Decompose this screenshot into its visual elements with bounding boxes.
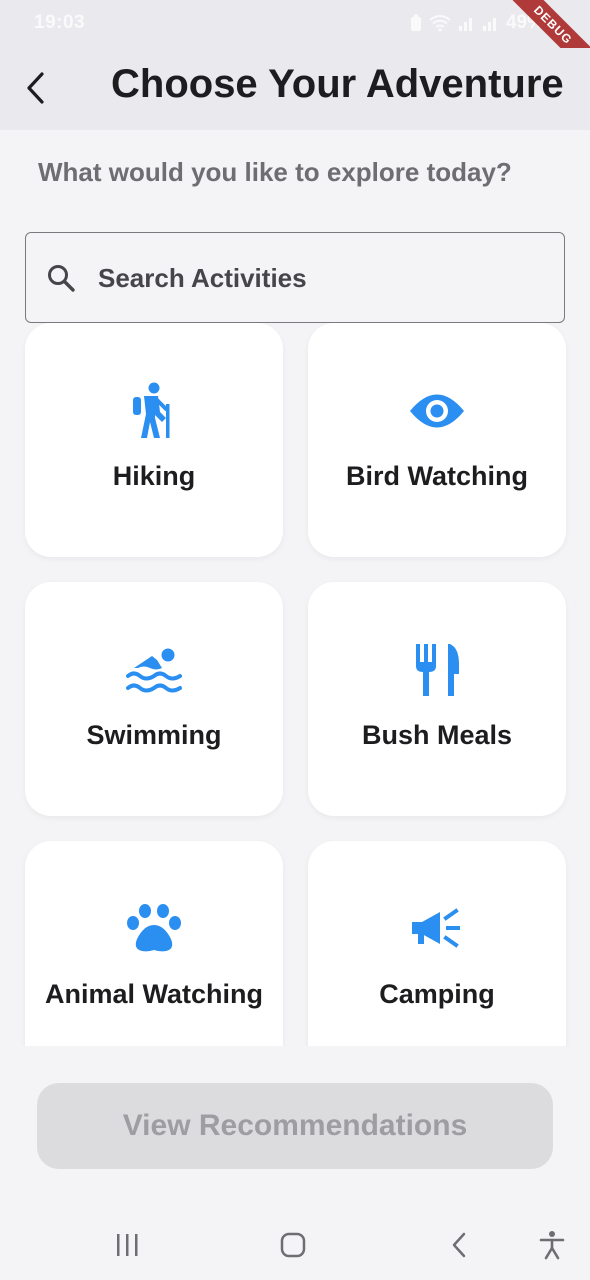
activity-label: Camping: [379, 979, 495, 1009]
swimming-icon: [122, 638, 186, 702]
activity-card-hiking[interactable]: Hiking: [25, 323, 283, 557]
search-box[interactable]: [25, 232, 565, 323]
paw-icon: [122, 897, 186, 961]
activity-label: Bird Watching: [346, 461, 528, 491]
search-icon: [48, 265, 75, 292]
home-icon: [280, 1232, 306, 1258]
activity-card-bird-watching[interactable]: Bird Watching: [308, 323, 566, 557]
hiking-icon: [122, 379, 186, 443]
activity-card-animal-watching[interactable]: Animal Watching: [25, 841, 283, 1046]
activity-label: Swimming: [86, 720, 222, 750]
accessibility-icon: [539, 1231, 565, 1260]
recent-apps-icon: [117, 1234, 138, 1256]
back-button[interactable]: [16, 66, 56, 110]
activity-card-swimming[interactable]: Swimming: [25, 582, 283, 816]
home-button[interactable]: [278, 1228, 308, 1262]
arrow-back-icon: [27, 72, 44, 104]
screen: 19:03 49% DEBUG Choose Your Adventure Wh…: [0, 0, 590, 1280]
activity-label: Animal Watching: [44, 979, 263, 1009]
search-input[interactable]: [98, 251, 538, 305]
app-bar: Choose Your Adventure: [0, 48, 590, 130]
activity-grid: Hiking Bird Watching Swimming Bush Meals…: [0, 323, 590, 1046]
view-recommendations-button[interactable]: View Recommendations: [37, 1083, 553, 1169]
page-title: Choose Your Adventure: [111, 62, 564, 106]
activity-label: Bush Meals: [361, 720, 513, 750]
signal-icon: [458, 18, 472, 31]
back-icon: [452, 1232, 466, 1258]
restaurant-icon: [405, 638, 469, 702]
system-nav-bar: [0, 1210, 590, 1280]
status-bar: 19:03 49% DEBUG: [0, 0, 590, 86]
system-back-button[interactable]: [444, 1228, 474, 1262]
accessibility-button[interactable]: [536, 1228, 568, 1262]
subtitle: What would you like to explore today?: [38, 157, 512, 187]
status-time: 19:03: [34, 12, 86, 33]
activity-card-bush-meals[interactable]: Bush Meals: [308, 582, 566, 816]
activity-label: Hiking: [112, 461, 196, 491]
eye-icon: [405, 379, 469, 443]
battery-saver-icon: [410, 14, 421, 31]
status-icons: 49%: [410, 12, 544, 34]
activity-card-camping[interactable]: Camping: [308, 841, 566, 1046]
campaign-icon: [405, 897, 469, 961]
recent-apps-button[interactable]: [112, 1228, 142, 1262]
wifi-icon: [429, 15, 451, 32]
signal-icon-2: [482, 18, 496, 31]
